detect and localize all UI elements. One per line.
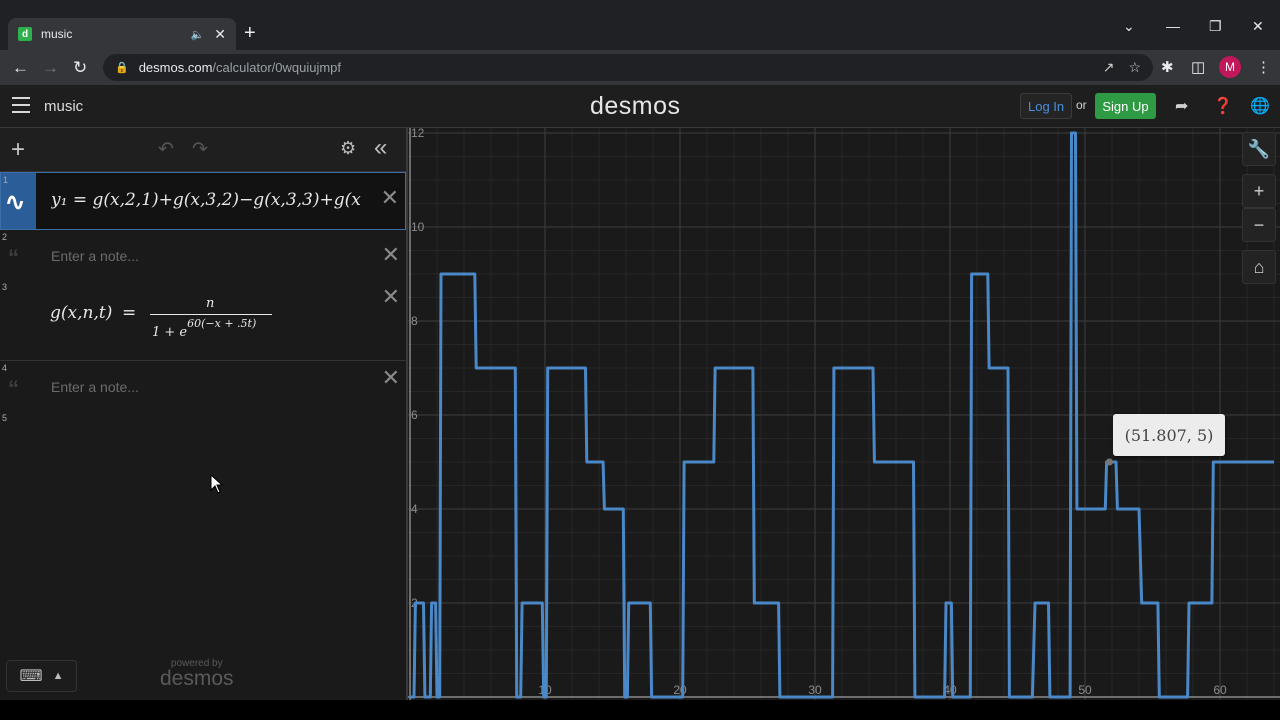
powered-by-desmos[interactable]: powered by desmos	[160, 658, 234, 691]
undo-icon[interactable]: ↶	[158, 138, 174, 161]
desmos-header: music desmos Log In or Sign Up ➦ ❓ 🌐	[0, 85, 1280, 128]
delete-expression-icon[interactable]: ✕	[382, 284, 400, 310]
expression-index: 3	[2, 282, 8, 292]
y-tick-label: 6	[411, 408, 418, 422]
x-tick-label: 30	[808, 683, 822, 697]
url-path: /calculator/0wquiujmpf	[212, 60, 342, 75]
y-tick-label: 12	[411, 128, 425, 140]
tab-search-icon[interactable]: ⌄	[1123, 18, 1135, 35]
keyboard-toggle-button[interactable]: ⌨ ▲	[6, 660, 77, 692]
point-coordinate-tooltip[interactable]: (51.807, 5)	[1113, 414, 1225, 456]
y-tick-label: 8	[411, 314, 418, 328]
caret-up-icon: ▲	[52, 670, 64, 682]
share-icon[interactable]: ↗	[1103, 59, 1115, 76]
signup-button[interactable]: Sign Up	[1095, 93, 1156, 119]
share-graph-icon[interactable]: ➦	[1175, 96, 1188, 116]
bookmark-star-icon[interactable]: ☆	[1128, 59, 1141, 76]
note-row-4[interactable]: 4 “ Enter a note... ✕	[0, 361, 406, 413]
expression-index: 2	[2, 232, 8, 242]
settings-gear-icon[interactable]: ⚙	[340, 138, 356, 159]
expression-toolbar: + ↶ ↷ ⚙ «	[0, 128, 406, 172]
expression-index: 5	[2, 413, 8, 423]
y-tick-label: 10	[411, 220, 425, 234]
url-domain: desmos.com	[138, 60, 213, 75]
back-icon[interactable]: ←	[12, 58, 29, 78]
forward-icon[interactable]: →	[42, 58, 59, 78]
or-text: or	[1076, 98, 1087, 112]
keyboard-icon: ⌨	[19, 668, 43, 685]
note-placeholder[interactable]: Enter a note...	[51, 379, 139, 395]
desmos-favicon-icon: d	[18, 27, 32, 41]
expression-row-1[interactable]: 1 ∿ y₁ = g(x,2,1)+g(x,3,2)−g(x,3,3)+g(x …	[0, 172, 406, 230]
bottom-edge	[0, 700, 1280, 720]
expression-row-3[interactable]: 3 g(x,n,t) = n 1 + e60(−x + .5t) ✕	[0, 280, 406, 361]
tab-close-icon[interactable]: ✕	[214, 26, 226, 43]
note-quote-icon: “	[8, 376, 19, 401]
graph-settings-wrench-icon[interactable]: 🔧	[1242, 132, 1276, 166]
equals-sign: =	[122, 303, 137, 323]
delete-note-icon[interactable]: ✕	[382, 242, 400, 268]
add-item-icon[interactable]: +	[11, 136, 25, 164]
window-close-icon[interactable]: ✕	[1252, 18, 1264, 35]
address-bar[interactable]: 🔒 desmos.com /calculator/0wquiujmpf ↗ ☆	[103, 54, 1153, 81]
redo-icon[interactable]: ↷	[192, 138, 208, 161]
delete-expression-icon[interactable]: ✕	[381, 185, 399, 211]
browser-toolbar: ← → ↻ 🔒 desmos.com /calculator/0wquiujmp…	[0, 50, 1280, 85]
login-button[interactable]: Log In	[1020, 93, 1073, 119]
restore-icon[interactable]: ❐	[1209, 18, 1222, 35]
browser-tab-strip: d music 🔈 ✕ + ⌄ — ❐ ✕	[0, 0, 1280, 50]
extensions-icon[interactable]: ✱	[1161, 58, 1174, 76]
fraction-bar	[150, 314, 272, 315]
y-tick-label: 4	[411, 502, 418, 516]
speaker-icon[interactable]: 🔈	[191, 28, 205, 41]
desmos-logo: desmos	[590, 92, 681, 120]
expression-math[interactable]: y₁ = g(x,2,1)+g(x,3,2)−g(x,3,3)+g(x	[51, 190, 373, 210]
browser-menu-icon[interactable]: ⋮	[1256, 58, 1271, 76]
profile-avatar[interactable]: M	[1219, 56, 1241, 78]
side-panel-icon[interactable]: ◫	[1191, 58, 1205, 76]
zoom-in-icon[interactable]: +	[1242, 174, 1276, 208]
function-definition-lhs[interactable]: g(x,n,t)	[50, 303, 112, 323]
expression-index: 4	[2, 363, 8, 373]
graph-title[interactable]: music	[44, 98, 83, 115]
expression-row-5[interactable]: 5	[0, 411, 406, 461]
collapse-list-icon[interactable]: «	[374, 134, 387, 162]
zoom-out-icon[interactable]: −	[1242, 208, 1276, 242]
expression-list: + ↶ ↷ ⚙ « 1 ∿ y₁ = g(x,2,1)+g(x,3,2)−g(x…	[0, 128, 406, 700]
reload-icon[interactable]: ↻	[73, 58, 87, 78]
expression-index: 1	[3, 175, 9, 185]
fraction-numerator[interactable]: n	[206, 296, 214, 311]
graph-style-wave-icon[interactable]: ∿	[5, 188, 25, 217]
x-tick-label: 50	[1078, 683, 1092, 697]
mouse-cursor-icon	[210, 474, 224, 494]
language-globe-icon[interactable]: 🌐	[1250, 96, 1270, 116]
highlighted-point	[1105, 458, 1113, 466]
home-view-icon[interactable]: ⌂	[1242, 250, 1276, 284]
x-tick-label: 20	[673, 683, 687, 697]
browser-tab[interactable]: d music 🔈 ✕	[8, 18, 236, 50]
lock-icon[interactable]: 🔒	[115, 61, 129, 74]
graph-paper[interactable]: 10 20 30 40 50 60 2 4 6 8 10 12 (51.807, 5)	[408, 128, 1280, 700]
note-row-2[interactable]: 2 “ Enter a note... ✕	[0, 230, 406, 282]
delete-note-icon[interactable]: ✕	[382, 365, 400, 391]
tab-title: music	[41, 27, 73, 41]
new-tab-button[interactable]: +	[244, 22, 256, 45]
note-placeholder[interactable]: Enter a note...	[51, 248, 139, 264]
minimize-icon[interactable]: —	[1166, 18, 1180, 34]
note-quote-icon: “	[8, 245, 19, 270]
x-tick-label: 60	[1213, 683, 1227, 697]
help-icon[interactable]: ❓	[1213, 96, 1233, 116]
powered-by-logo: desmos	[160, 667, 234, 690]
hamburger-menu-icon[interactable]	[12, 97, 30, 113]
fraction-denominator[interactable]: 1 + e60(−x + .5t)	[152, 317, 256, 340]
